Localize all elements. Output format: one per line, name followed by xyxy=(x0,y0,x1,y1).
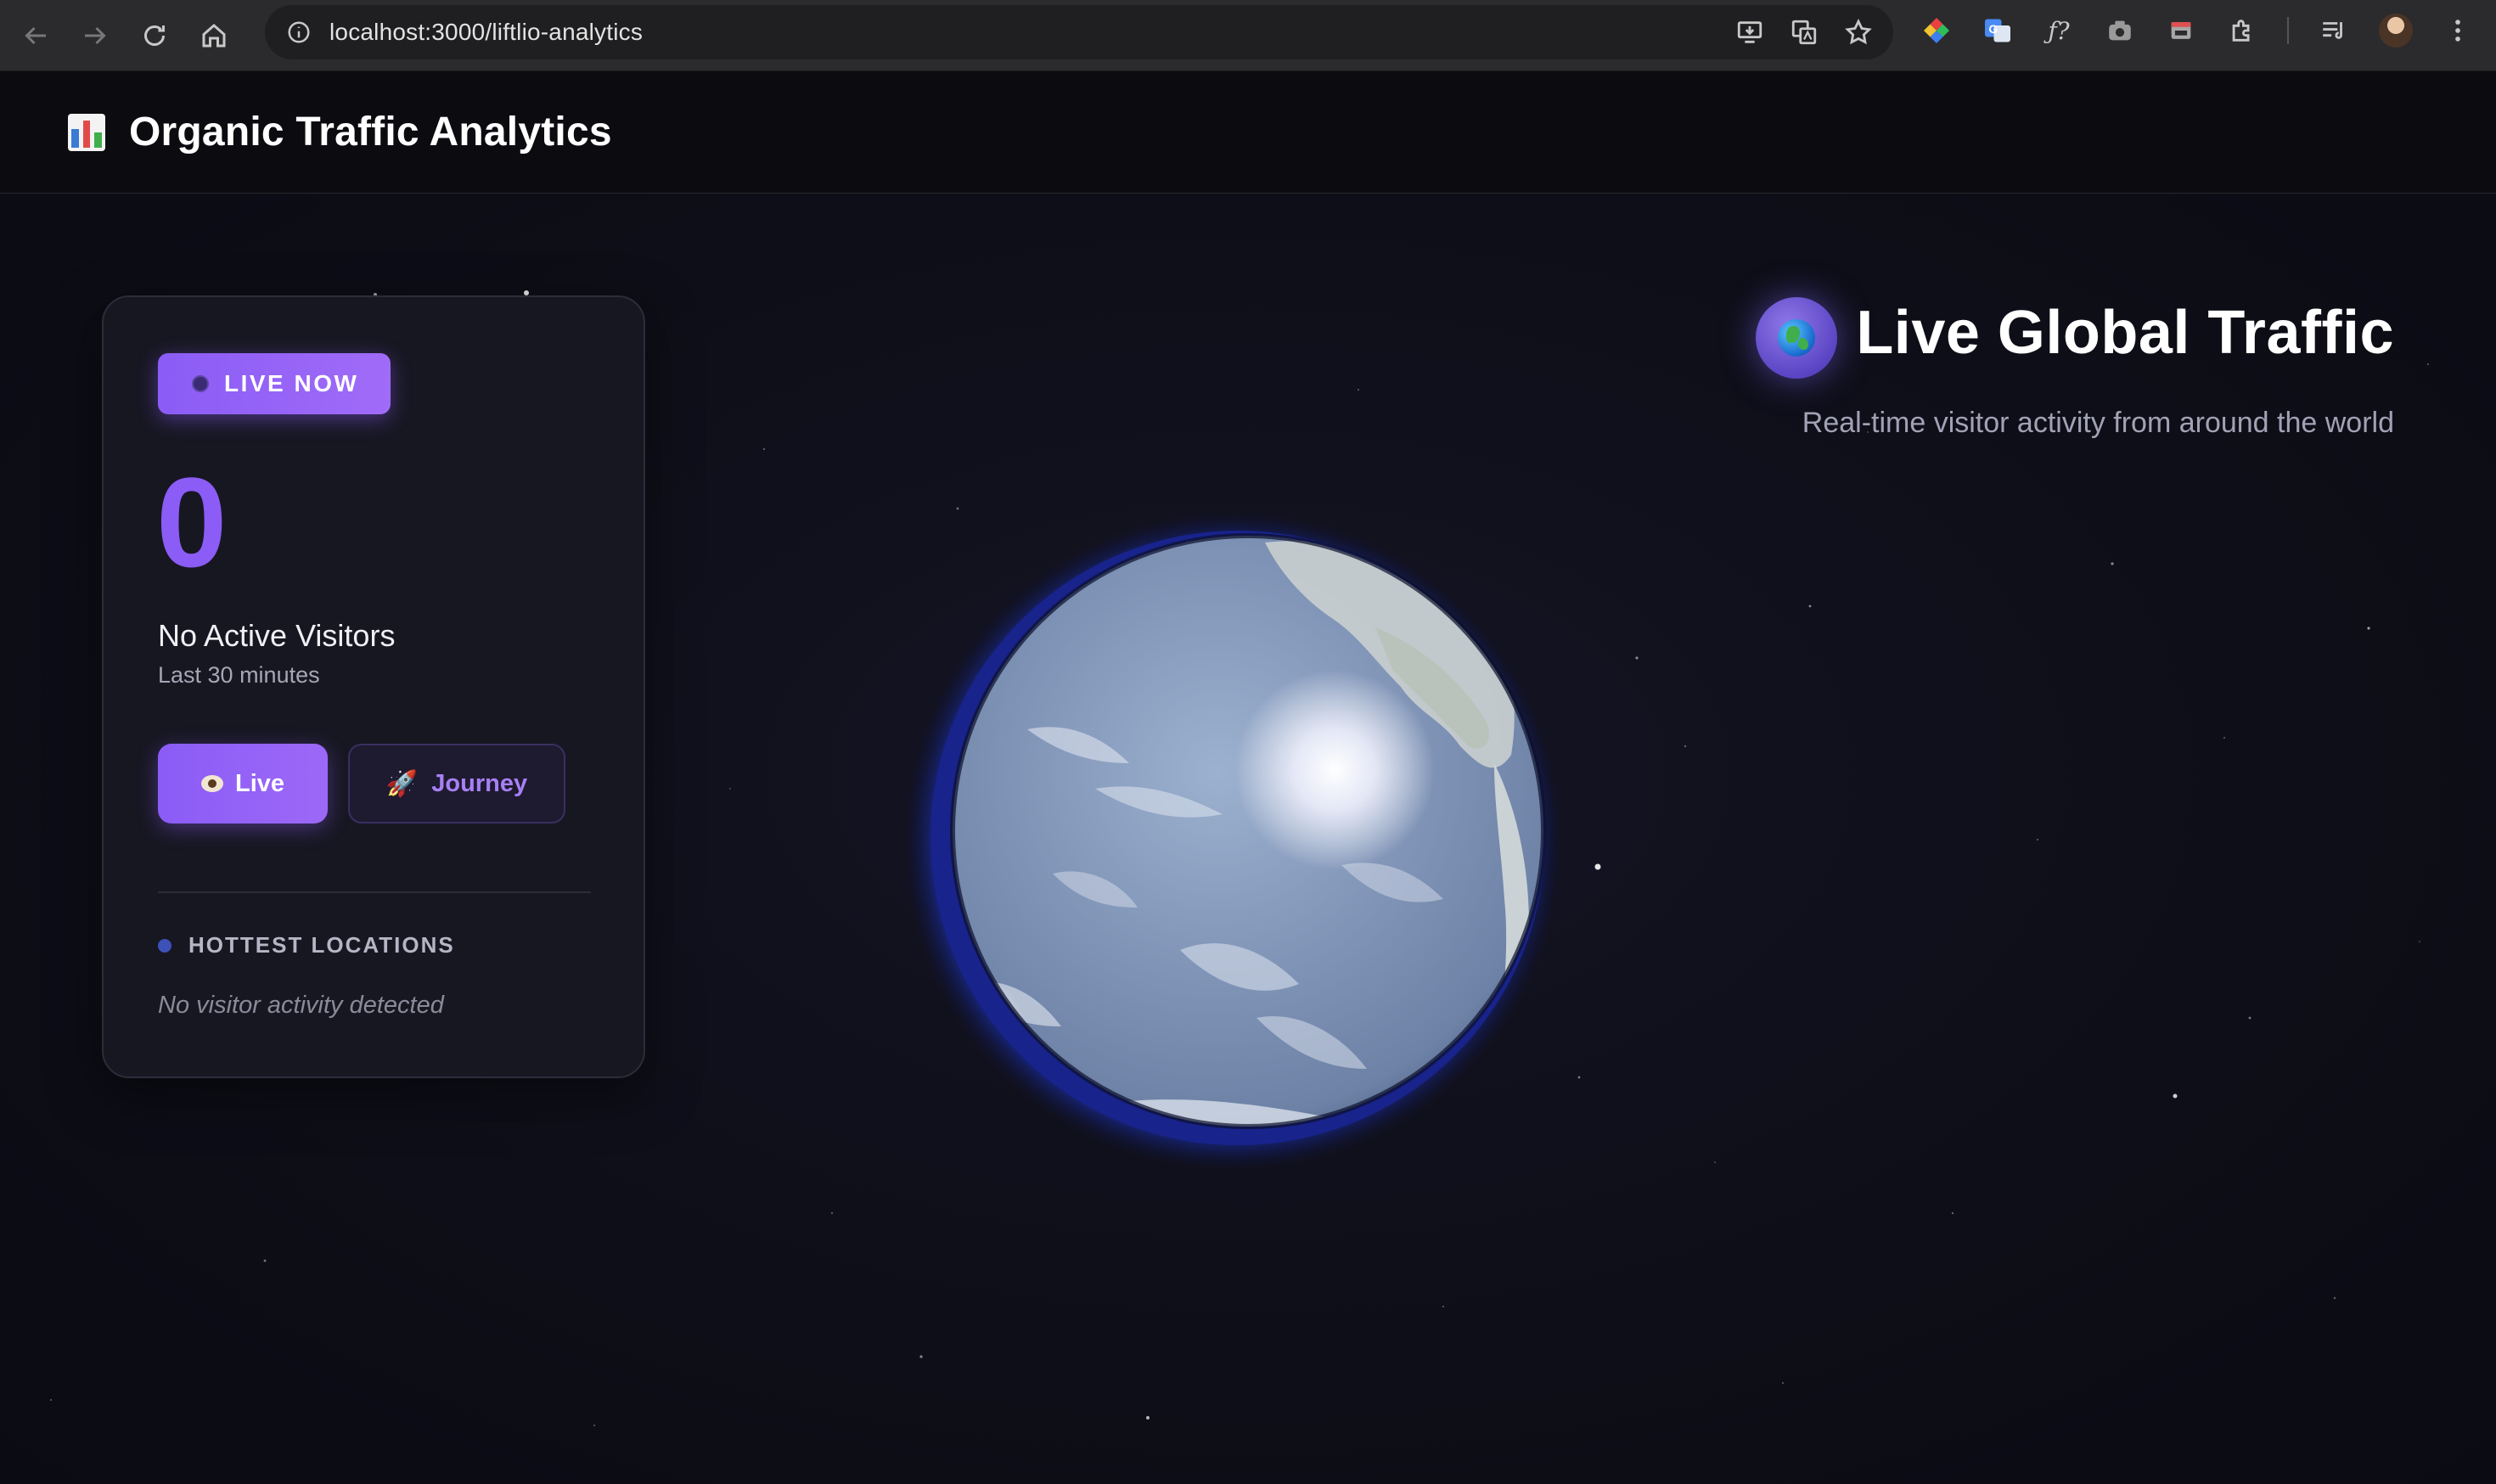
svg-text:G: G xyxy=(1989,23,1998,36)
live-button-label: Live xyxy=(234,769,285,797)
journey-button-label: Journey xyxy=(431,769,528,797)
install-app-icon[interactable] xyxy=(1734,16,1766,48)
formula-extension-icon[interactable]: ƒ? xyxy=(2043,14,2075,47)
page-title: Organic Traffic Analytics xyxy=(129,110,612,155)
url-text[interactable]: localhost:3000/liftlio-analytics xyxy=(329,19,643,46)
screenshot-extension-icon[interactable] xyxy=(2104,14,2136,47)
toolbar-separator xyxy=(2287,17,2289,44)
window-extension-icon[interactable] xyxy=(2165,14,2197,47)
hottest-locations-dot xyxy=(158,939,171,953)
time-window-text: Last 30 minutes xyxy=(158,662,320,688)
browser-toolbar: localhost:3000/liftlio-analytics G ƒ? xyxy=(0,0,2496,71)
eye-icon xyxy=(200,775,223,792)
hottest-locations-title: HOTTEST LOCATIONS xyxy=(188,932,455,958)
forward-button[interactable] xyxy=(70,10,121,61)
live-now-badge: LIVE NOW xyxy=(158,353,391,414)
reading-list-icon[interactable] xyxy=(2318,14,2350,47)
visitor-status-text: No Active Visitors xyxy=(158,618,396,653)
back-button[interactable] xyxy=(10,10,61,61)
address-bar[interactable]: localhost:3000/liftlio-analytics xyxy=(265,5,1893,59)
live-global-traffic-title: Live Global Traffic xyxy=(1856,299,2394,367)
3d-globe[interactable] xyxy=(900,509,1562,1171)
profile-avatar[interactable] xyxy=(2379,14,2413,48)
journey-view-button[interactable]: 🚀 Journey xyxy=(348,744,565,824)
reload-button[interactable] xyxy=(129,10,180,61)
google-translate-extension-icon[interactable]: G xyxy=(1982,14,2014,47)
rocket-icon: 🚀 xyxy=(385,769,419,798)
live-visitors-card: LIVE NOW 0 No Active Visitors Last 30 mi… xyxy=(102,295,645,1078)
live-view-button[interactable]: Live xyxy=(158,744,328,824)
live-indicator-dot xyxy=(192,375,209,392)
forward-arrow-icon xyxy=(85,26,106,44)
home-icon xyxy=(202,23,226,47)
bar-chart-icon xyxy=(68,113,105,151)
back-arrow-icon xyxy=(25,26,46,44)
globe-icon xyxy=(1756,297,1837,379)
app-header: Organic Traffic Analytics xyxy=(0,71,2496,194)
earth-globe-graphic xyxy=(903,512,1562,1171)
live-global-traffic-subtitle: Real-time visitor activity from around t… xyxy=(1802,407,2394,439)
live-now-label: LIVE NOW xyxy=(224,370,359,396)
home-button[interactable] xyxy=(188,10,239,61)
active-visitor-count: 0 xyxy=(156,451,228,593)
bookmark-star-icon[interactable] xyxy=(1842,16,1875,48)
no-activity-text: No visitor activity detected xyxy=(158,992,444,1019)
space-background: LIVE NOW 0 No Active Visitors Last 30 mi… xyxy=(0,194,2496,1484)
reload-icon xyxy=(144,25,165,46)
color-picker-extension-icon[interactable] xyxy=(1920,14,1953,47)
card-divider xyxy=(158,891,591,893)
extensions-puzzle-icon[interactable] xyxy=(2226,14,2258,47)
translate-icon[interactable] xyxy=(1788,16,1820,48)
more-menu-icon[interactable] xyxy=(2442,14,2474,47)
site-info-icon[interactable] xyxy=(282,15,316,49)
